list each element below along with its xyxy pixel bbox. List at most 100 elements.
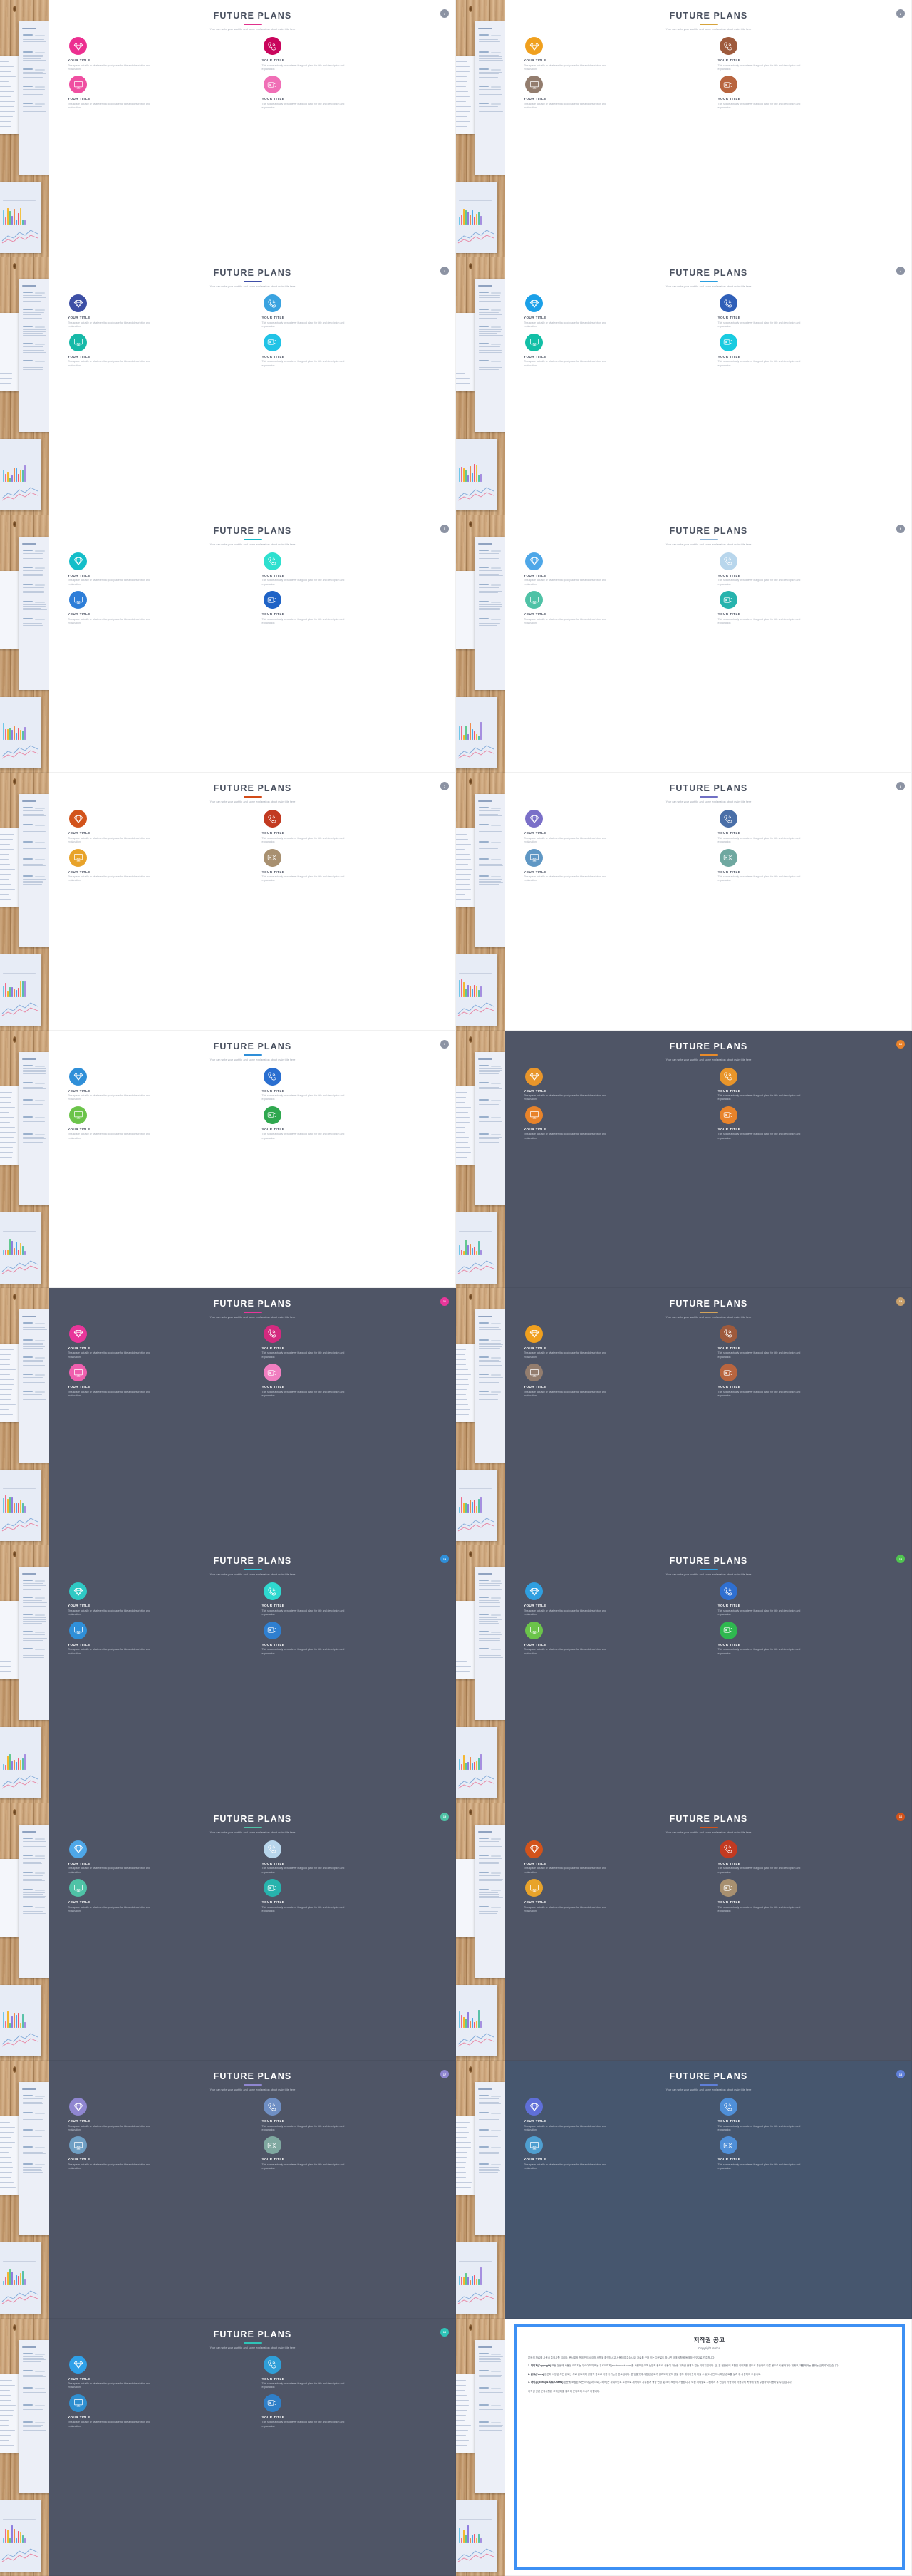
feature-item-4[interactable]: YOUR TITLE This space actually or whateve… [262,849,438,883]
feature-item-3[interactable]: YOUR TITLE This space actually or whateve… [524,2136,700,2170]
slide-thumbnail-19[interactable]: FUTURE PLANS Your can write your subtitl… [0,2319,456,2576]
feature-item-2[interactable]: YOUR TITLE This space actually or whateve… [718,1582,894,1617]
feature-item-4[interactable]: YOUR TITLE This space actually or whateve… [718,1622,894,1656]
paper-subheading [479,1065,489,1066]
slide-thumbnail-18[interactable]: FUTURE PLANS Your can write your subtitl… [456,2061,912,2318]
feature-item-1[interactable]: YOUR TITLE This space actually or whateve… [524,1325,700,1359]
paper-text-line [23,1343,43,1344]
slide-thumbnail-8[interactable]: FUTURE PLANS Your can write your subtitl… [456,773,912,1030]
slide-thumbnail-15[interactable]: FUTURE PLANS Your can write your subtitl… [0,1803,456,2061]
feature-item-4[interactable]: YOUR TITLE This space actually or whateve… [262,1364,438,1398]
feature-item-3[interactable]: YOUR TITLE This space actually or whateve… [68,849,244,883]
feature-item-4[interactable]: YOUR TITLE This space actually or whateve… [262,1622,438,1656]
feature-item-2[interactable]: YOUR TITLE This space actually or whateve… [262,1325,438,1359]
slide-thumbnail-2[interactable]: FUTURE PLANS Your can write your subtitl… [456,0,912,257]
feature-item-3[interactable]: YOUR TITLE This space actually or whateve… [524,1879,700,1913]
feature-item-2[interactable]: YOUR TITLE This space actually or whateve… [262,810,438,844]
feature-item-1[interactable]: YOUR TITLE This space actually or whateve… [524,1068,700,1102]
slide-thumbnail-7[interactable]: FUTURE PLANS Your can write your subtitl… [0,773,456,1030]
feature-item-1[interactable]: YOUR TITLE This space actually or whateve… [524,37,700,71]
feature-item-4[interactable]: YOUR TITLE This space actually or whateve… [718,591,894,625]
feature-item-1[interactable]: YOUR TITLE This space actually or whateve… [68,2356,244,2390]
feature-item-4[interactable]: YOUR TITLE This space actually or whateve… [262,1106,438,1140]
slide-thumbnail-6[interactable]: FUTURE PLANS Your can write your subtitl… [456,515,912,773]
feature-item-3[interactable]: YOUR TITLE This space actually or whateve… [68,2394,244,2428]
slide-thumbnail-10[interactable]: FUTURE PLANS Your can write your subtitl… [456,1031,912,1288]
feature-item-3[interactable]: YOUR TITLE This space actually or whateve… [68,1106,244,1140]
feature-item-4[interactable]: YOUR TITLE This space actually or whateve… [718,1364,894,1398]
feature-item-1[interactable]: YOUR TITLE This space actually or whateve… [68,294,244,329]
feature-item-1[interactable]: YOUR TITLE This space actually or whateve… [524,2098,700,2132]
feature-item-4[interactable]: YOUR TITLE This space actually or whateve… [262,2394,438,2428]
feature-item-3[interactable]: YOUR TITLE This space actually or whateve… [524,334,700,368]
feature-item-3[interactable]: YOUR TITLE This space actually or whateve… [68,1364,244,1398]
slide-thumbnail-5[interactable]: FUTURE PLANS Your can write your subtitl… [0,515,456,773]
feature-item-2[interactable]: YOUR TITLE This space actually or whateve… [718,37,894,71]
feature-item-4[interactable]: YOUR TITLE This space actually or whateve… [718,76,894,110]
feature-item-4[interactable]: YOUR TITLE This space actually or whateve… [262,2136,438,2170]
slide-thumbnail-4[interactable]: FUTURE PLANS Your can write your subtitl… [456,257,912,515]
feature-item-3[interactable]: YOUR TITLE This space actually or whateve… [524,1622,700,1656]
feature-item-4[interactable]: YOUR TITLE This space actually or whateve… [262,334,438,368]
feature-item-4[interactable]: YOUR TITLE This space actually or whateve… [718,1106,894,1140]
copyright-notice-slide[interactable]: 저작권 공고 Copyright Notice 본문의 자료를 사용시 주의사항… [456,2319,912,2576]
feature-item-2[interactable]: YOUR TITLE This space actually or whateve… [262,2356,438,2390]
feature-item-2[interactable]: YOUR TITLE This space actually or whateve… [262,1582,438,1617]
slide-thumbnail-11[interactable]: FUTURE PLANS Your can write your subtitl… [0,1288,456,1545]
slide-thumbnail-3[interactable]: FUTURE PLANS Your can write your subtitl… [0,257,456,515]
feature-item-2[interactable]: YOUR TITLE This space actually or whateve… [262,552,438,587]
feature-item-2[interactable]: YOUR TITLE This space actually or whateve… [262,1840,438,1875]
feature-item-1[interactable]: YOUR TITLE This space actually or whateve… [524,552,700,587]
feature-item-1[interactable]: YOUR TITLE This space actually or whateve… [68,1582,244,1617]
slide-thumbnail-9[interactable]: FUTURE PLANS Your can write your subtitl… [0,1031,456,1288]
feature-item-3[interactable]: YOUR TITLE This space actually or whateve… [524,1106,700,1140]
feature-item-2[interactable]: YOUR TITLE This space actually or whateve… [718,1840,894,1875]
feature-item-1[interactable]: YOUR TITLE This space actually or whateve… [524,1840,700,1875]
feature-item-2[interactable]: YOUR TITLE This space actually or whateve… [262,2098,438,2132]
feature-item-3[interactable]: YOUR TITLE This space actually or whateve… [68,1622,244,1656]
feature-item-1[interactable]: YOUR TITLE This space actually or whateve… [68,552,244,587]
feature-item-1[interactable]: YOUR TITLE This space actually or whateve… [68,810,244,844]
slide-thumbnail-12[interactable]: FUTURE PLANS Your can write your subtitl… [456,1288,912,1545]
resume-paper-back [456,1344,475,1422]
feature-item-4[interactable]: YOUR TITLE This space actually or whateve… [262,1879,438,1913]
paper-text-line [23,1846,46,1847]
feature-item-1[interactable]: YOUR TITLE This space actually or whateve… [68,37,244,71]
feature-item-1[interactable]: YOUR TITLE This space actually or whateve… [68,1325,244,1359]
feature-item-3[interactable]: YOUR TITLE This space actually or whateve… [524,1364,700,1398]
slide-thumbnail-14[interactable]: FUTURE PLANS Your can write your subtitl… [456,1545,912,1803]
feature-item-3[interactable]: YOUR TITLE This space actually or whateve… [68,2136,244,2170]
feature-item-2[interactable]: YOUR TITLE This space actually or whateve… [718,294,894,329]
feature-item-2[interactable]: YOUR TITLE This space actually or whateve… [718,552,894,587]
feature-item-1[interactable]: YOUR TITLE This space actually or whateve… [524,294,700,329]
slide-thumbnail-13[interactable]: FUTURE PLANS Your can write your subtitl… [0,1545,456,1803]
slide-thumbnail-17[interactable]: FUTURE PLANS Your can write your subtitl… [0,2061,456,2318]
feature-item-3[interactable]: YOUR TITLE This space actually or whateve… [524,591,700,625]
feature-item-4[interactable]: YOUR TITLE This space actually or whateve… [718,334,894,368]
feature-item-2[interactable]: YOUR TITLE This space actually or whateve… [262,1068,438,1102]
feature-item-2[interactable]: YOUR TITLE This space actually or whateve… [718,2098,894,2132]
feature-item-2[interactable]: YOUR TITLE This space actually or whateve… [262,294,438,329]
slide-thumbnail-1[interactable]: FUTURE PLANS Your can write your subtitl… [0,0,456,257]
feature-item-3[interactable]: YOUR TITLE This space actually or whateve… [524,849,700,883]
feature-item-2[interactable]: YOUR TITLE This space actually or whateve… [718,1068,894,1102]
feature-item-3[interactable]: YOUR TITLE This space actually or whateve… [68,591,244,625]
feature-item-4[interactable]: YOUR TITLE This space actually or whateve… [718,1879,894,1913]
feature-item-2[interactable]: YOUR TITLE This space actually or whateve… [718,1325,894,1359]
feature-item-4[interactable]: YOUR TITLE This space actually or whateve… [718,849,894,883]
feature-item-2[interactable]: YOUR TITLE This space actually or whateve… [718,810,894,844]
feature-item-1[interactable]: YOUR TITLE This space actually or whateve… [68,1840,244,1875]
feature-item-3[interactable]: YOUR TITLE This space actually or whateve… [68,76,244,110]
feature-item-4[interactable]: YOUR TITLE This space actually or whateve… [262,591,438,625]
feature-item-3[interactable]: YOUR TITLE This space actually or whateve… [68,1879,244,1913]
feature-item-3[interactable]: YOUR TITLE This space actually or whateve… [68,334,244,368]
feature-item-1[interactable]: YOUR TITLE This space actually or whateve… [524,1582,700,1617]
feature-item-1[interactable]: YOUR TITLE This space actually or whateve… [68,1068,244,1102]
slide-thumbnail-16[interactable]: FUTURE PLANS Your can write your subtitl… [456,1803,912,2061]
feature-item-2[interactable]: YOUR TITLE This space actually or whateve… [262,37,438,71]
feature-item-1[interactable]: YOUR TITLE This space actually or whateve… [524,810,700,844]
feature-item-3[interactable]: YOUR TITLE This space actually or whateve… [524,76,700,110]
feature-item-4[interactable]: YOUR TITLE This space actually or whateve… [262,76,438,110]
feature-item-4[interactable]: YOUR TITLE This space actually or whateve… [718,2136,894,2170]
feature-item-1[interactable]: YOUR TITLE This space actually or whateve… [68,2098,244,2132]
